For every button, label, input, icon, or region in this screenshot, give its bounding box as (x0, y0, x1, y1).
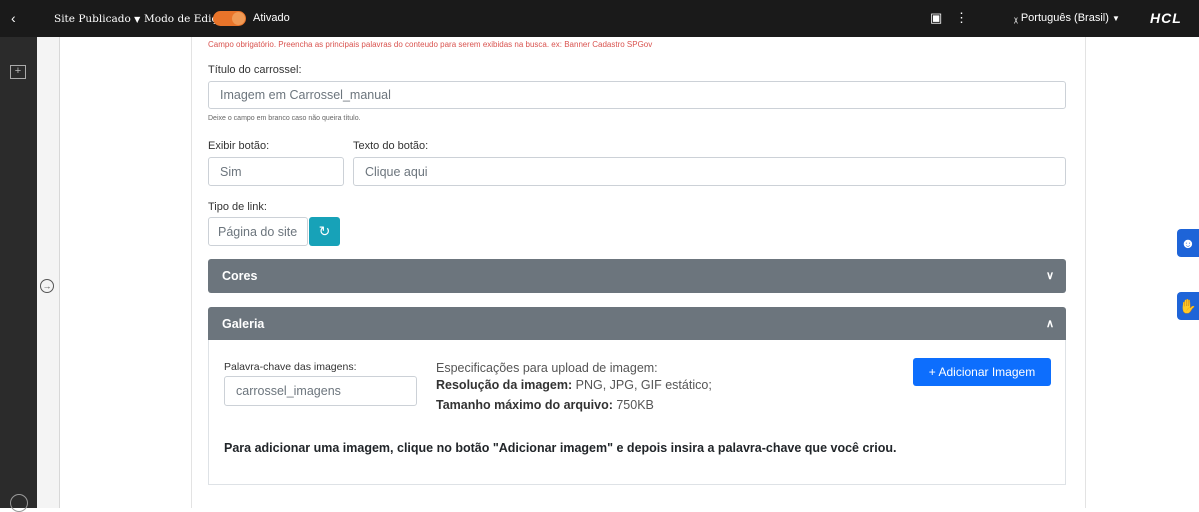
caret-down-icon: ▼ (1111, 14, 1120, 23)
language-label: Português (Brasil) (1020, 12, 1109, 24)
max-size-label: Tamanho máximo do arquivo: (436, 398, 613, 412)
add-image-button[interactable]: + Adicionar Imagem (913, 358, 1051, 386)
button-text-input[interactable]: Clique aqui (353, 157, 1066, 186)
chevron-left-icon[interactable]: ‹ (11, 10, 16, 26)
preview-icon[interactable]: ▣ (930, 10, 942, 26)
show-button-value: Sim (220, 164, 242, 179)
resolution-label: Resolução da imagem: (436, 378, 573, 392)
chevron-down-icon: ∨ (1045, 270, 1054, 282)
left-sidebar: + (0, 37, 37, 512)
refresh-icon: ↻ (318, 223, 331, 239)
carousel-title-input[interactable]: Imagem em Carrossel_manual (208, 81, 1066, 109)
caret-down-icon: ▼ (134, 15, 141, 24)
required-field-hint: Campo obrigatório. Preencha as principai… (208, 40, 653, 49)
page-gutter: → (37, 37, 60, 508)
brand-logo: HCL (1150, 10, 1182, 26)
upload-specs-title: Especificações para upload de imagem: (436, 361, 658, 375)
edit-mode-toggle[interactable] (213, 11, 246, 26)
button-text-value: Clique aqui (365, 164, 428, 179)
sign-language-icon[interactable]: ✋ (1177, 292, 1199, 320)
edit-mode-value: Ativado (253, 12, 290, 24)
refresh-link-button[interactable]: ↻ (309, 217, 340, 246)
link-type-label: Tipo de link: (208, 201, 267, 213)
carousel-title-value: Imagem em Carrossel_manual (220, 88, 391, 102)
show-button-label: Exibir botão: (208, 140, 270, 152)
more-options-icon[interactable]: ⋮ (955, 10, 968, 26)
accordion-gallery[interactable]: Galeria ∧ (208, 307, 1066, 341)
site-status-label: Site Publicado (54, 13, 131, 25)
accordion-gallery-title: Galeria (222, 317, 265, 331)
accessibility-icon[interactable]: ☻ (1177, 229, 1199, 257)
max-size-value: 750KB (616, 398, 654, 412)
button-text-label: Texto do botão: (353, 140, 429, 152)
globe-icon[interactable] (10, 494, 28, 512)
translate-icon: ᵪ (1014, 12, 1018, 24)
language-selector[interactable]: ᵪ Português (Brasil) ▼ (1014, 12, 1120, 24)
site-status-dropdown[interactable]: Site Publicado ▼ (54, 13, 140, 25)
title-hint: Deixe o campo em branco caso não queira … (208, 115, 361, 122)
gallery-instruction: Para adicionar uma imagem, clique no bot… (224, 441, 897, 455)
chevron-up-icon: ∧ (1045, 318, 1054, 330)
link-type-select[interactable]: Página do site (208, 217, 308, 246)
link-type-value: Página do site (218, 224, 298, 239)
toggle-knob (232, 12, 245, 25)
upload-resolution: Resolução da imagem: PNG, JPG, GIF estát… (436, 378, 712, 392)
show-button-select[interactable]: Sim (208, 157, 344, 186)
add-panel-icon[interactable]: + (10, 65, 26, 79)
keyword-value: carrossel_imagens (236, 384, 341, 398)
resolution-value: PNG, JPG, GIF estático; (575, 378, 712, 392)
carousel-title-label: Título do carrossel: (208, 64, 302, 76)
expand-arrow-icon[interactable]: → (40, 279, 54, 293)
upload-max-size: Tamanho máximo do arquivo: 750KB (436, 398, 654, 412)
keyword-input[interactable]: carrossel_imagens (224, 376, 417, 406)
accordion-colors[interactable]: Cores ∨ (208, 259, 1066, 293)
top-toolbar: ‹ Site Publicado ▼ Modo de Edição: Ativa… (0, 0, 1199, 37)
accordion-colors-title: Cores (222, 269, 258, 283)
keyword-label: Palavra-chave das imagens: (224, 361, 357, 373)
